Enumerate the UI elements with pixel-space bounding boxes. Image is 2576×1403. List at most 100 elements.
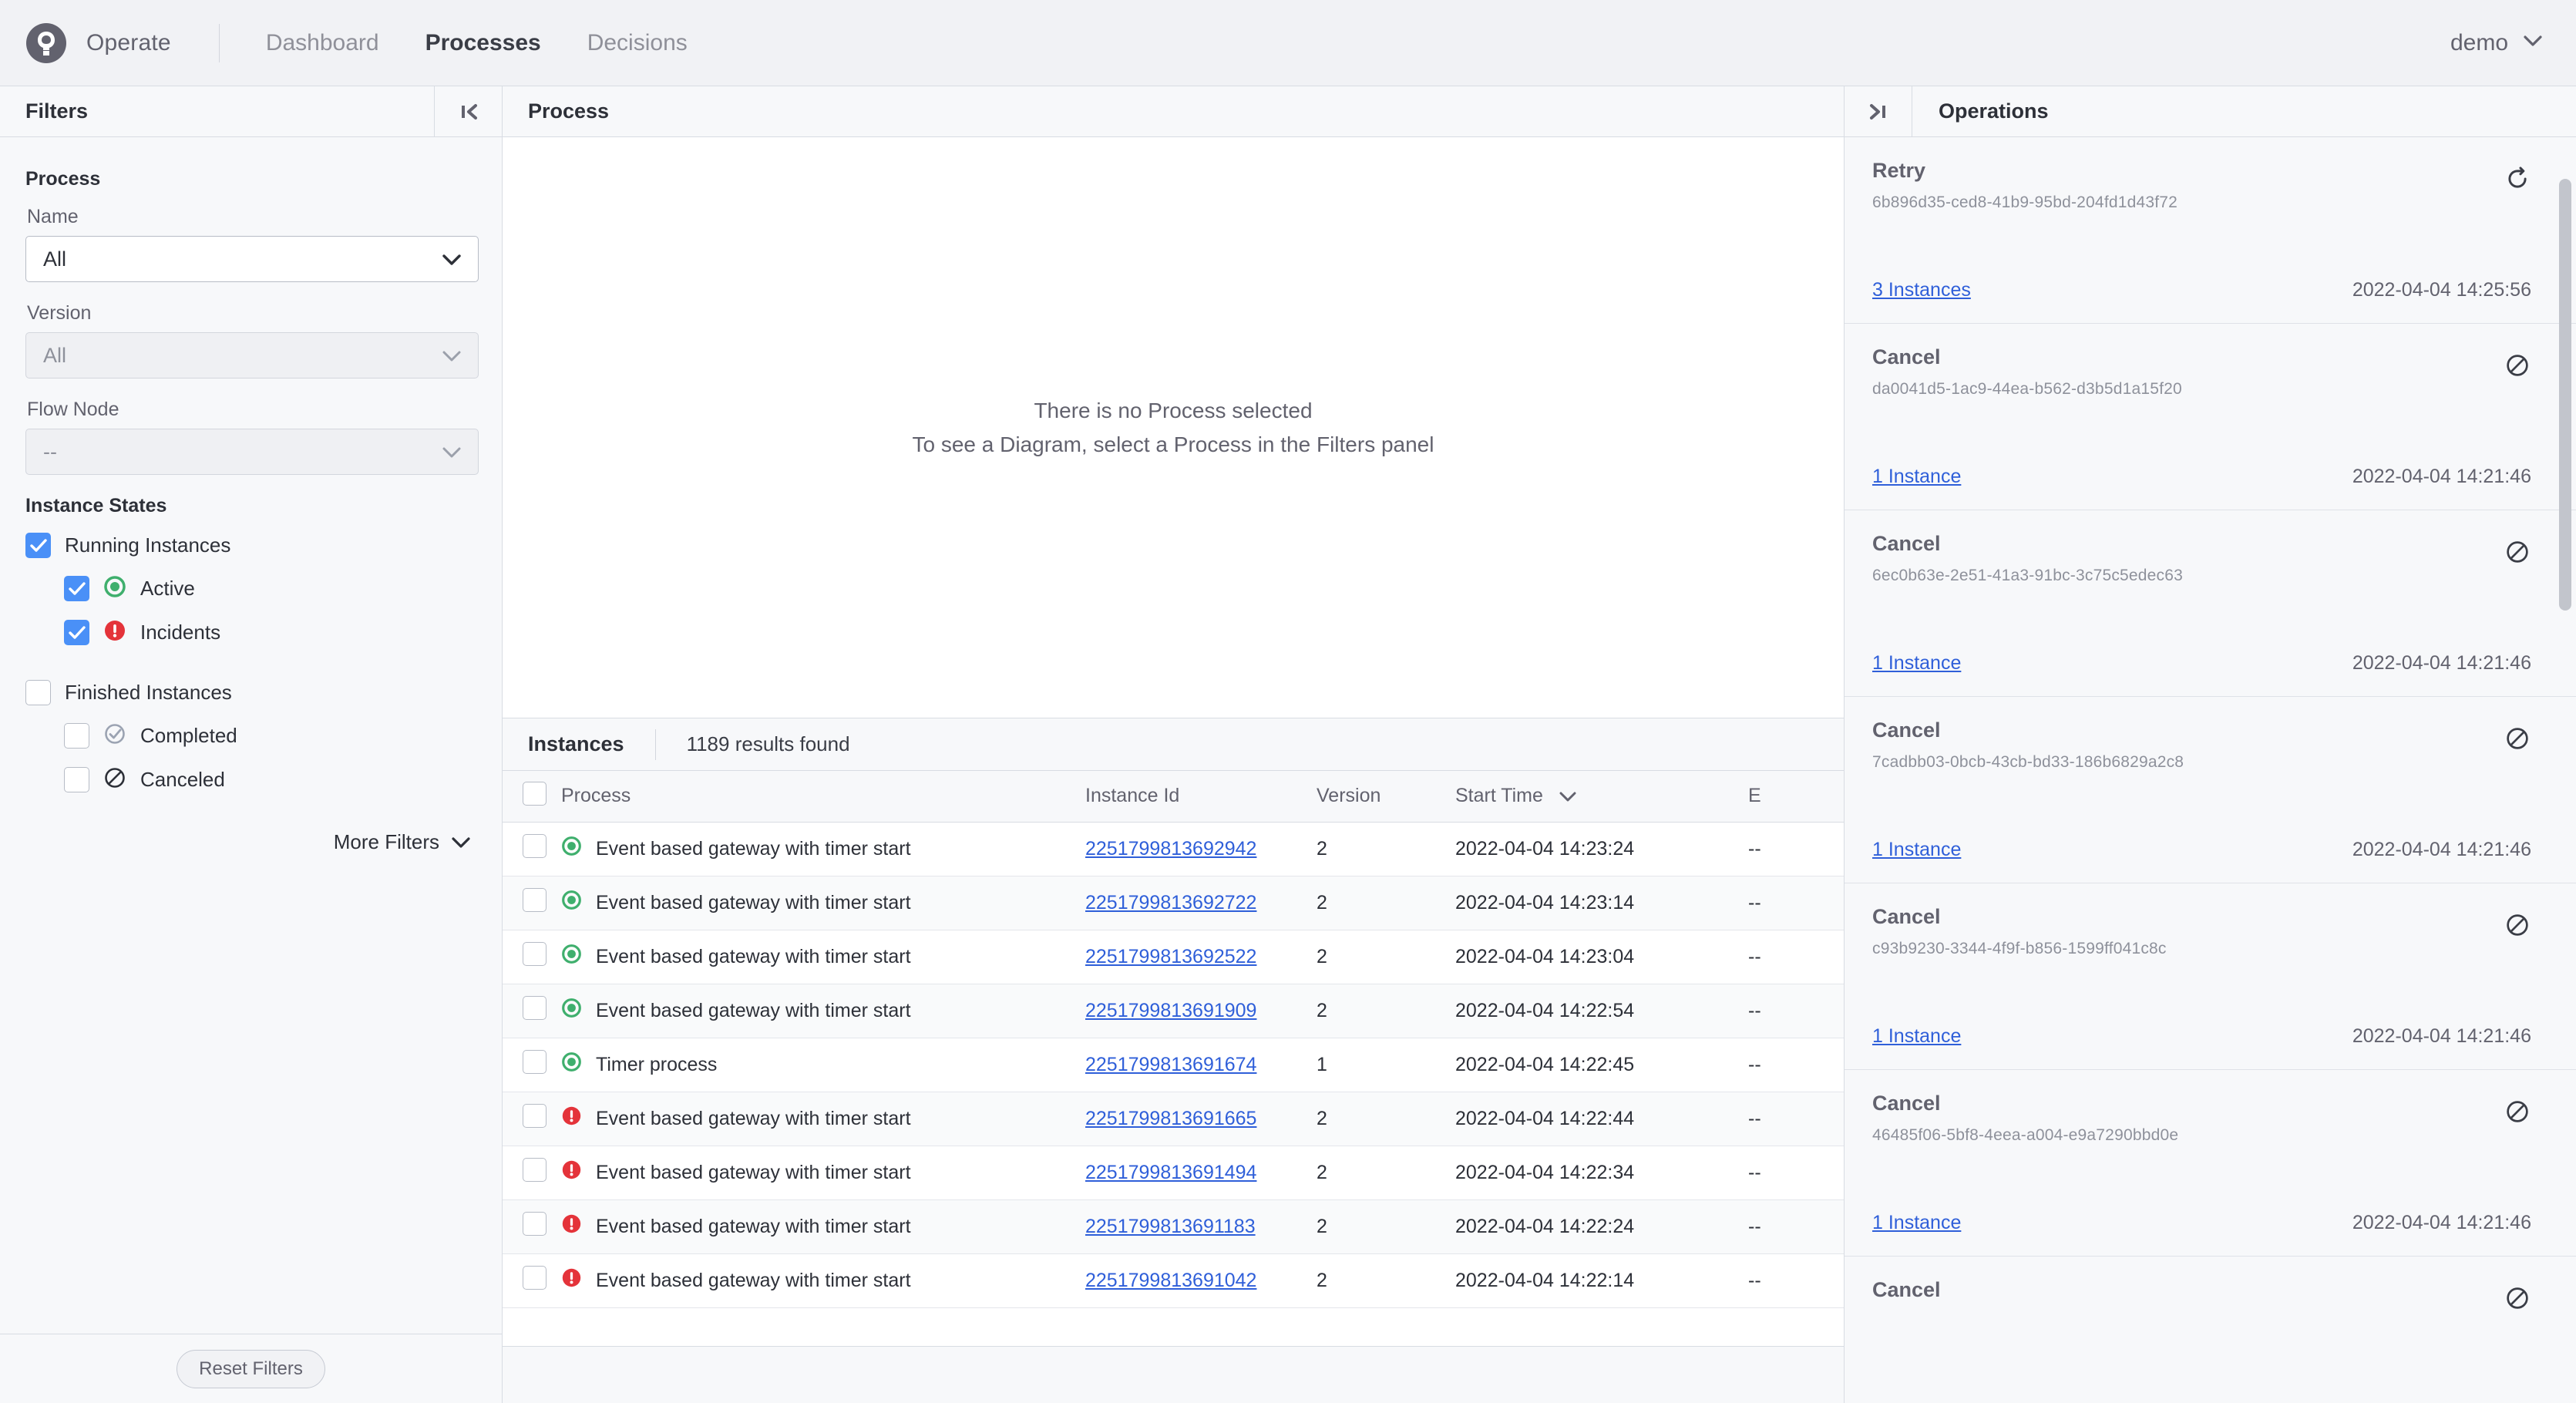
operation-type: Cancel [1872,718,1941,742]
operation-card[interactable]: Cancel da0041d5-1ac9-44ea-b562-d3b5d1a15… [1845,324,2576,510]
filters-panel-footer: Reset Filters [0,1334,502,1403]
operation-card[interactable]: Cancel 6ec0b63e-2e51-41a3-91bc-3c75c5ede… [1845,510,2576,697]
operation-instances-link[interactable]: 1 Instance [1872,1212,1961,1234]
select-all-checkbox[interactable] [523,781,546,806]
cancel-icon [2504,352,2531,383]
operation-date: 2022-04-04 14:25:56 [2352,279,2531,301]
process-name-select[interactable]: All [25,236,479,282]
table-row[interactable]: Timer process 2251799813691674 1 2022-04… [503,1038,1844,1092]
nav-item-dashboard[interactable]: Dashboard [266,30,379,56]
instance-id-link[interactable]: 2251799813692942 [1085,838,1256,860]
operation-card[interactable]: Cancel c93b9230-3344-4f9f-b856-1599ff041… [1845,883,2576,1070]
column-header-end-time[interactable]: E [1748,771,1844,823]
brand[interactable]: Operate [26,22,171,63]
operations-scrollbar-thumb[interactable] [2559,179,2571,611]
operation-card[interactable]: Retry 6b896d35-ced8-41b9-95bd-204fd1d43f… [1845,137,2576,324]
table-row[interactable]: Event based gateway with timer start 225… [503,1253,1844,1308]
process-name: Event based gateway with timer start [596,1161,911,1183]
column-header-instance-id[interactable]: Instance Id [1085,771,1317,823]
table-row[interactable]: Event based gateway with timer start 225… [503,876,1844,930]
operation-instances-link[interactable]: 1 Instance [1872,1025,1961,1048]
row-checkbox[interactable] [523,1212,546,1236]
row-select-cell [503,930,561,984]
row-start-time-cell: 2022-04-04 14:22:45 [1455,1038,1748,1092]
row-checkbox[interactable] [523,1104,546,1128]
operation-id: c93b9230-3344-4f9f-b856-1599ff041c8c [1872,940,2167,957]
active-checkbox[interactable] [64,576,89,601]
operation-type: Cancel [1872,532,1941,555]
operation-instances-link[interactable]: 1 Instance [1872,652,1961,675]
table-row[interactable]: Event based gateway with timer start 225… [503,984,1844,1038]
instance-id-link[interactable]: 2251799813691183 [1085,1216,1256,1237]
process-version-select[interactable]: All [25,332,479,379]
operation-card-bottom: 1 Instance 2022-04-04 14:21:46 [1872,1212,2531,1234]
operation-instances-link[interactable]: 1 Instance [1872,839,1961,861]
operation-instances-link[interactable]: 3 Instances [1872,279,1971,301]
active-state-icon [561,1051,582,1078]
operation-card-texts: Cancel 6ec0b63e-2e51-41a3-91bc-3c75c5ede… [1872,532,2504,585]
operation-instances-link[interactable]: 1 Instance [1872,466,1961,488]
instance-id-link[interactable]: 2251799813691494 [1085,1162,1256,1183]
table-row[interactable]: Event based gateway with timer start 225… [503,822,1844,876]
incident-state-icon [103,619,126,646]
completed-checkbox[interactable] [64,723,89,749]
filter-running-instances[interactable]: Running Instances [25,533,476,558]
row-process-cell: Event based gateway with timer start [561,1092,1085,1146]
filter-active[interactable]: Active [64,575,476,602]
flow-node-select[interactable]: -- [25,429,479,475]
user-menu[interactable]: demo [2450,30,2542,56]
row-checkbox[interactable] [523,1266,546,1290]
instance-id-link[interactable]: 2251799813691042 [1085,1270,1256,1291]
operation-card[interactable]: Cancel [1845,1257,2576,1403]
expand-panel-right-icon[interactable] [1845,86,1912,136]
column-header-version[interactable]: Version [1317,771,1455,823]
running-instances-checkbox[interactable] [25,533,51,558]
canceled-checkbox[interactable] [64,767,89,792]
brand-name: Operate [86,29,171,56]
operation-card[interactable]: Cancel 7cadbb03-0bcb-43cb-bd33-186b6829a… [1845,697,2576,883]
filter-incidents[interactable]: Incidents [64,619,476,646]
collapse-panel-left-icon[interactable] [434,86,502,136]
active-state-icon [561,836,582,862]
instances-table-scroll[interactable]: Process Instance Id Version Start Time E [503,771,1844,1346]
operations-list[interactable]: Retry 6b896d35-ced8-41b9-95bd-204fd1d43f… [1845,137,2576,1403]
operate-app: Operate Dashboard Processes Decisions de… [0,0,2576,1403]
nav-item-processes[interactable]: Processes [425,30,541,56]
instance-id-link[interactable]: 2251799813691909 [1085,1000,1256,1021]
canceled-label: Canceled [140,768,225,791]
instance-id-link[interactable]: 2251799813691674 [1085,1054,1256,1075]
filter-completed[interactable]: Completed [64,722,476,749]
operation-card-texts: Cancel 46485f06-5bf8-4eea-a004-e9a7290bb… [1872,1092,2504,1145]
row-checkbox[interactable] [523,834,546,858]
chevron-down-icon [452,830,470,854]
column-header-start-time[interactable]: Start Time [1455,771,1748,823]
operation-date: 2022-04-04 14:21:46 [2352,1025,2531,1047]
nav-item-decisions[interactable]: Decisions [587,30,688,56]
instance-id-link[interactable]: 2251799813691665 [1085,1108,1256,1129]
row-version-cell: 2 [1317,1146,1455,1200]
reset-filters-button[interactable]: Reset Filters [177,1349,325,1388]
operation-card-bottom: 3 Instances 2022-04-04 14:25:56 [1872,279,2531,301]
filter-finished-instances[interactable]: Finished Instances [25,680,476,705]
finished-instances-checkbox[interactable] [25,680,51,705]
table-row[interactable]: Event based gateway with timer start 225… [503,1199,1844,1254]
table-row[interactable]: Event based gateway with timer start 225… [503,1092,1844,1146]
filter-canceled[interactable]: Canceled [64,766,476,793]
process-panel-title: Process [528,99,610,123]
row-checkbox[interactable] [523,1158,546,1182]
row-checkbox[interactable] [523,942,546,966]
more-filters-toggle[interactable]: More Filters [25,830,476,854]
table-row[interactable]: Event based gateway with timer start 225… [503,930,1844,984]
active-state-icon [561,998,582,1024]
row-checkbox[interactable] [523,1050,546,1074]
row-process-cell: Event based gateway with timer start [561,822,1085,876]
instance-id-link[interactable]: 2251799813692722 [1085,892,1256,913]
row-checkbox[interactable] [523,888,546,912]
operations-scrollbar[interactable] [2559,143,2571,1331]
column-header-process[interactable]: Process [561,771,1085,823]
operation-card[interactable]: Cancel 46485f06-5bf8-4eea-a004-e9a7290bb… [1845,1070,2576,1257]
instance-id-link[interactable]: 2251799813692522 [1085,946,1256,967]
incidents-checkbox[interactable] [64,620,89,645]
row-checkbox[interactable] [523,996,546,1020]
table-row[interactable]: Event based gateway with timer start 225… [503,1146,1844,1200]
